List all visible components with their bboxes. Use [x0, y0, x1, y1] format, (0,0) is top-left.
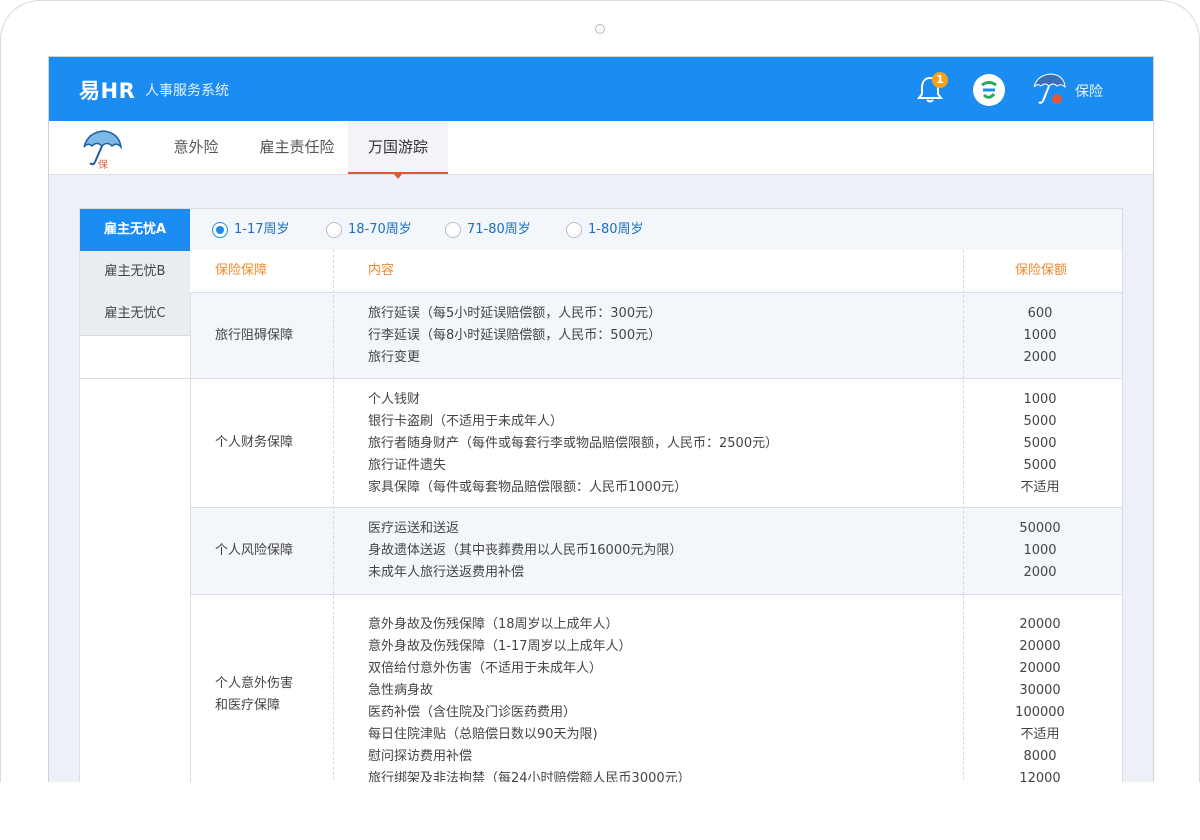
list-item: 家具保障（每件或每套物品赔偿限额：人民币1000元） — [368, 480, 688, 495]
row-category: 旅行阻碍保障 — [215, 327, 294, 343]
tab-worldwide-travel-label: 万国游踪 — [367, 138, 428, 156]
row-category-line: 个人意外伤害 — [215, 676, 294, 691]
row-values: 50000 1000 2000 — [970, 518, 1110, 584]
list-item: 每日住院津贴（总赔偿日数以90天为限) — [368, 727, 598, 742]
radio-age-18-70[interactable]: 18-70周岁 — [326, 221, 412, 239]
table-row: 个人意外伤害 和医疗保障 意外身故及伤残保障（18周岁以上成年人） 意外身故及伤… — [190, 595, 1122, 783]
amount-value: 8000 — [1023, 749, 1057, 764]
camera-dot — [595, 24, 605, 34]
umbrella-icon[interactable] — [1031, 71, 1067, 107]
brand-mark-icon — [981, 81, 997, 99]
plan-sidebar: 雇主无忧A 雇主无忧B 雇主无忧C — [80, 209, 191, 783]
list-item: 旅行变更 — [368, 350, 421, 365]
row-values: 1000 5000 5000 5000 不适用 — [970, 389, 1110, 499]
amount-value: 1000 — [1023, 392, 1057, 407]
list-item: 旅行证件遗失 — [368, 458, 447, 473]
top-bar: 易HR 人事服务系统 1 保险 — [49, 57, 1153, 121]
row-items: 医疗运送和送返 身故遗体送返（其中丧葬费用以人民币16000元为限） 未成年人旅… — [368, 518, 682, 584]
list-item: 意外身故及伤残保障（18周岁以上成年人） — [368, 617, 619, 632]
device-bezel-bottom — [0, 782, 1200, 840]
amount-value: 不适用 — [1020, 727, 1060, 742]
row-items: 旅行延误（每5小时延误赔偿额，人民币：300元） 行李延误（每8小时延误赔偿额，… — [368, 303, 661, 369]
list-item: 意外身故及伤残保障（1-17周岁以上成年人） — [368, 639, 632, 654]
amount-value: 2000 — [1023, 350, 1057, 365]
radio-age-1-80[interactable]: 1-80周岁 — [566, 221, 644, 239]
amount-value: 1000 — [1023, 543, 1057, 558]
table-row: 个人风险保障 医疗运送和送返 身故遗体送返（其中丧葬费用以人民币16000元为限… — [190, 508, 1122, 595]
user-label[interactable]: 保险 — [1075, 81, 1103, 101]
app-screen: 易HR 人事服务系统 1 保险 保 意外险 雇主责任险 万国游踪 雇主无忧A 雇… — [48, 56, 1154, 784]
list-item: 医药补偿（含住院及门诊医药费用） — [368, 705, 577, 720]
radio-checked-icon — [212, 222, 228, 238]
list-item: 个人钱财 — [368, 392, 421, 407]
radio-label: 1-17周岁 — [234, 222, 290, 237]
sidebar-divider — [80, 378, 190, 379]
sidebar-item-plan-a[interactable]: 雇主无忧A — [80, 209, 190, 252]
amount-value: 20000 — [1019, 661, 1061, 676]
amount-value: 1000 — [1023, 328, 1057, 343]
list-item: 旅行延误（每5小时延误赔偿额，人民币：300元） — [368, 306, 662, 321]
header-amount: 保险保额 — [1015, 263, 1068, 278]
row-values: 600 1000 2000 — [970, 303, 1110, 369]
tab-bar: 保 意外险 雇主责任险 万国游踪 — [49, 121, 1153, 179]
amount-value: 5000 — [1023, 436, 1057, 451]
list-item: 行李延误（每8小时延误赔偿额，人民币：500元） — [368, 328, 662, 343]
row-items: 个人钱财 银行卡盗刷（不适用于未成年人） 旅行者随身财产（每件或每套行李或物品赔… — [368, 389, 778, 499]
tab-accident[interactable]: 意外险 — [159, 121, 233, 174]
insurance-umbrella-icon: 保 — [83, 130, 123, 170]
app-logo[interactable]: 易HR — [79, 75, 135, 105]
tab-employer-liability[interactable]: 雇主责任险 — [247, 121, 347, 174]
insurance-badge-text: 保 — [98, 158, 108, 170]
age-group-selector: 1-17周岁 18-70周岁 71-80周岁 1-80周岁 — [190, 209, 1122, 251]
table-header: 保险保障 内容 保险保额 — [190, 250, 1122, 293]
row-values: 20000 20000 20000 30000 100000 不适用 8000 … — [970, 614, 1110, 783]
row-category: 个人意外伤害 和医疗保障 — [190, 595, 333, 783]
radio-unchecked-icon — [326, 222, 342, 238]
radio-unchecked-icon — [566, 222, 582, 238]
row-category: 个人风险保障 — [215, 543, 294, 558]
amount-value: 100000 — [1015, 705, 1065, 720]
sidebar-item-plan-c[interactable]: 雇主无忧C — [80, 293, 190, 336]
amount-value: 不适用 — [1020, 480, 1060, 495]
list-item: 旅行者随身财产（每件或每套行李或物品赔偿限额，人民币：2500元） — [368, 436, 779, 451]
list-item: 银行卡盗刷（不适用于未成年人） — [368, 414, 564, 429]
row-category: 个人财务保障 — [215, 435, 294, 450]
table-row: 个人财务保障 个人钱财 银行卡盗刷（不适用于未成年人） 旅行者随身财产（每件或每… — [190, 379, 1122, 508]
amount-value: 2000 — [1023, 565, 1057, 580]
amount-value: 5000 — [1023, 414, 1057, 429]
header-coverage: 保险保障 — [215, 263, 268, 278]
radio-label: 18-70周岁 — [348, 222, 412, 237]
header-content: 内容 — [368, 263, 395, 278]
row-items: 意外身故及伤残保障（18周岁以上成年人） 意外身故及伤残保障（1-17周岁以上成… — [368, 614, 691, 783]
amount-value: 600 — [1027, 306, 1053, 321]
table-row: 旅行阻碍保障 旅行延误（每5小时延误赔偿额，人民币：300元） 行李延误（每8小… — [190, 293, 1122, 379]
amount-value: 20000 — [1019, 639, 1061, 654]
list-item: 慰问探访费用补偿 — [368, 749, 473, 764]
list-item: 未成年人旅行送返费用补偿 — [368, 565, 525, 580]
amount-value: 50000 — [1019, 521, 1061, 536]
row-category-line: 和医疗保障 — [215, 698, 281, 713]
notification-badge: 1 — [932, 72, 948, 88]
list-item: 急性病身故 — [368, 683, 434, 698]
coverage-table: 保险保障 内容 保险保额 旅行阻碍保障 旅行延误（每5小时延误赔偿额，人民币：3… — [190, 250, 1122, 783]
tab-worldwide-travel[interactable]: 万国游踪 — [348, 121, 448, 179]
column-divider — [333, 250, 334, 783]
list-item: 医疗运送和送返 — [368, 521, 460, 536]
list-item: 身故遗体送返（其中丧葬费用以人民币16000元为限） — [368, 543, 683, 558]
amount-value: 30000 — [1019, 683, 1061, 698]
column-divider — [963, 250, 964, 783]
app-subtitle: 人事服务系统 — [145, 83, 229, 99]
list-item: 双倍给付意外伤害（不适用于未成年人） — [368, 661, 603, 676]
brand-icon[interactable] — [973, 74, 1005, 106]
tab-caret-icon — [394, 174, 402, 179]
radio-age-1-17[interactable]: 1-17周岁 — [212, 221, 290, 239]
amount-value: 5000 — [1023, 458, 1057, 473]
radio-label: 1-80周岁 — [588, 222, 644, 237]
radio-label: 71-80周岁 — [467, 222, 531, 237]
sidebar-item-plan-b[interactable]: 雇主无忧B — [80, 251, 190, 294]
plan-panel: 雇主无忧A 雇主无忧B 雇主无忧C 1-17周岁 18-70周岁 71-80周岁… — [79, 208, 1123, 783]
radio-unchecked-icon — [445, 222, 461, 238]
amount-value: 20000 — [1019, 617, 1061, 632]
radio-age-71-80[interactable]: 71-80周岁 — [445, 221, 531, 239]
